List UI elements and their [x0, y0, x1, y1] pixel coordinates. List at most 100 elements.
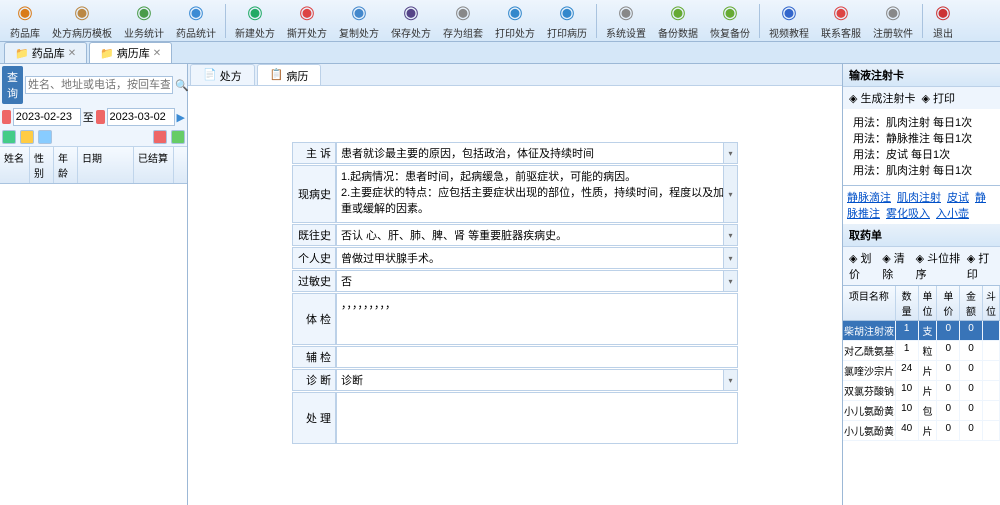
field-处 理[interactable] [336, 392, 738, 444]
calendar-icon[interactable] [96, 110, 105, 124]
mini-print-icon[interactable] [38, 130, 52, 144]
rx-cell: 粒 [919, 341, 938, 360]
close-icon[interactable]: ✕ [68, 48, 76, 59]
grid-col-年龄[interactable]: 年龄 [54, 147, 78, 183]
tool-打印[interactable]: ◈ 打印 [967, 250, 994, 282]
mini-add-icon[interactable] [2, 130, 16, 144]
toolbar-label: 撕开处方 [287, 25, 327, 40]
field-诊 断[interactable]: 诊断▾ [336, 369, 738, 391]
toolbar-药品统计[interactable]: ◉药品统计 [170, 1, 222, 41]
date-go-icon[interactable]: ▶ [177, 111, 185, 124]
field-个人史[interactable]: 曾做过甲状腺手术。 ▾ [336, 247, 738, 269]
toolbar-注册软件[interactable]: ◉注册软件 [867, 1, 919, 41]
mini-del-icon[interactable] [153, 130, 167, 144]
rx-cell: 0 [937, 341, 960, 360]
toolbar-打印病历[interactable]: ◉打印病历 [541, 1, 593, 41]
injection-line: 用法：静脉推注 每日1次 [853, 131, 990, 147]
toolbar-视频教程[interactable]: ◉视频教程 [763, 1, 815, 41]
field-辅 检[interactable] [336, 346, 738, 368]
tool-斗位排序[interactable]: ◈ 斗位排序 [916, 250, 961, 282]
grid-col-日期[interactable]: 日期 [78, 147, 134, 183]
rx-col-数量[interactable]: 数量 [896, 286, 919, 320]
toolbar-系统设置[interactable]: ◉系统设置 [600, 1, 652, 41]
dropdown-icon[interactable]: ▾ [723, 248, 737, 268]
search-input[interactable] [25, 76, 173, 94]
tool-划价[interactable]: ◈ 划价 [849, 250, 876, 282]
center-tab-病历[interactable]: 📋病历 [257, 64, 322, 85]
toolbar-撕开处方[interactable]: ◉撕开处方 [281, 1, 333, 41]
field-现病史[interactable]: 1.起病情况：患者时间，起病缓急，前驱症状，可能的病因。 2.主要症状的特点：应… [336, 165, 738, 223]
toolbar-新建处方[interactable]: ◉新建处方 [229, 1, 281, 41]
dropdown-icon[interactable]: ▾ [723, 271, 737, 291]
rx-col-金额[interactable]: 金额 [960, 286, 983, 320]
toolbar-icon: ◉ [348, 2, 370, 24]
rx-cell: 片 [919, 361, 938, 380]
grid-col-性别[interactable]: 性别 [30, 147, 54, 183]
mini-refresh-icon[interactable] [171, 130, 185, 144]
field-label-过敏史: 过敏史 [292, 270, 336, 292]
toolbar-恢复备份[interactable]: ◉恢复备份 [704, 1, 756, 41]
calendar-icon[interactable] [2, 110, 11, 124]
toolbar-备份数据[interactable]: ◉备份数据 [652, 1, 704, 41]
mini-edit-icon[interactable] [20, 130, 34, 144]
left-tab-药品库[interactable]: 📁药品库✕ [4, 42, 87, 63]
toolbar-label: 药品库 [10, 25, 40, 40]
toolbar-处方病历模板[interactable]: ◉处方病历模板 [46, 1, 118, 41]
link-静脉滴注[interactable]: 静脉滴注 [847, 192, 891, 204]
rx-cell: 10 [896, 381, 919, 400]
field-主 诉[interactable]: 患者就诊最主要的原因，包括政治，体征及持续时间▾ [336, 142, 738, 164]
dropdown-icon[interactable]: ▾ [723, 143, 737, 163]
dropdown-icon[interactable]: ▾ [723, 166, 737, 222]
toolbar-icon: ◉ [778, 2, 800, 24]
field-既往史[interactable]: 否认 心、肝、肺、脾、肾 等重要脏器疾病史。▾ [336, 224, 738, 246]
tool-生成注射卡[interactable]: ◈ 生成注射卡 [849, 90, 916, 106]
rx-row[interactable]: 双氯芬酸钠...10片00 [843, 381, 1000, 401]
dropdown-icon[interactable]: ▾ [723, 370, 737, 390]
field-value: 曾做过甲状腺手术。 [341, 253, 440, 265]
tab-icon: 📁 [15, 47, 29, 60]
tool-打印[interactable]: ◈ 打印 [922, 90, 956, 106]
rx-row[interactable]: 小儿氨酚黄...10包00 [843, 401, 1000, 421]
toolbar-label: 新建处方 [235, 25, 275, 40]
toolbar-存为组套[interactable]: ◉存为组套 [437, 1, 489, 41]
date-to-input[interactable] [107, 108, 175, 126]
field-体 检[interactable]: ，，，，，，，，， [336, 293, 738, 345]
toolbar-icon: ◉ [400, 2, 422, 24]
grid-col-已结算[interactable]: 已结算 [134, 147, 174, 183]
patient-grid-body[interactable] [0, 184, 187, 505]
link-雾化吸入[interactable]: 雾化吸入 [886, 208, 930, 220]
center-tab-处方[interactable]: 📄处方 [190, 64, 255, 85]
rx-row[interactable]: 柴胡注射液1支00 [843, 321, 1000, 341]
dropdown-icon[interactable]: ▾ [723, 225, 737, 245]
toolbar-保存处方[interactable]: ◉保存处方 [385, 1, 437, 41]
close-icon[interactable]: ✕ [153, 48, 161, 59]
toolbar-复制处方[interactable]: ◉复制处方 [333, 1, 385, 41]
toolbar-打印处方[interactable]: ◉打印处方 [489, 1, 541, 41]
link-入小壶[interactable]: 入小壶 [936, 208, 969, 220]
rx-col-斗位[interactable]: 斗位 [983, 286, 1000, 320]
left-tab-病历库[interactable]: 📁病历库✕ [89, 42, 172, 63]
rx-col-单价[interactable]: 单价 [937, 286, 960, 320]
link-皮试[interactable]: 皮试 [947, 192, 969, 204]
search-go-icon[interactable]: 🔍 [175, 79, 189, 92]
toolbar-联系客服[interactable]: ◉联系客服 [815, 1, 867, 41]
toolbar-label: 打印病历 [547, 25, 587, 40]
field-过敏史[interactable]: 否▾ [336, 270, 738, 292]
rx-cell [983, 381, 1000, 400]
rx-row[interactable]: 小儿氨酚黄...40片00 [843, 421, 1000, 441]
toolbar-药品库[interactable]: ◉药品库 [4, 1, 46, 41]
toolbar-业务统计[interactable]: ◉业务统计 [118, 1, 170, 41]
grid-col-姓名[interactable]: 姓名 [0, 147, 30, 183]
rx-col-单位[interactable]: 单位 [919, 286, 938, 320]
toolbar-退出[interactable]: ◉退出 [926, 1, 960, 41]
toolbar-label: 退出 [933, 25, 953, 40]
rx-row[interactable]: 对乙酰氨基...1粒00 [843, 341, 1000, 361]
rx-cell: 小儿氨酚黄... [843, 421, 896, 440]
rx-cell [983, 401, 1000, 420]
date-from-input[interactable] [13, 108, 81, 126]
rx-row[interactable]: 氯喹沙宗片24片00 [843, 361, 1000, 381]
tool-清除[interactable]: ◈ 清除 [882, 250, 909, 282]
rx-col-项目名称[interactable]: 项目名称 [843, 286, 896, 320]
link-肌肉注射[interactable]: 肌肉注射 [897, 192, 941, 204]
rx-cell: 0 [960, 421, 983, 440]
